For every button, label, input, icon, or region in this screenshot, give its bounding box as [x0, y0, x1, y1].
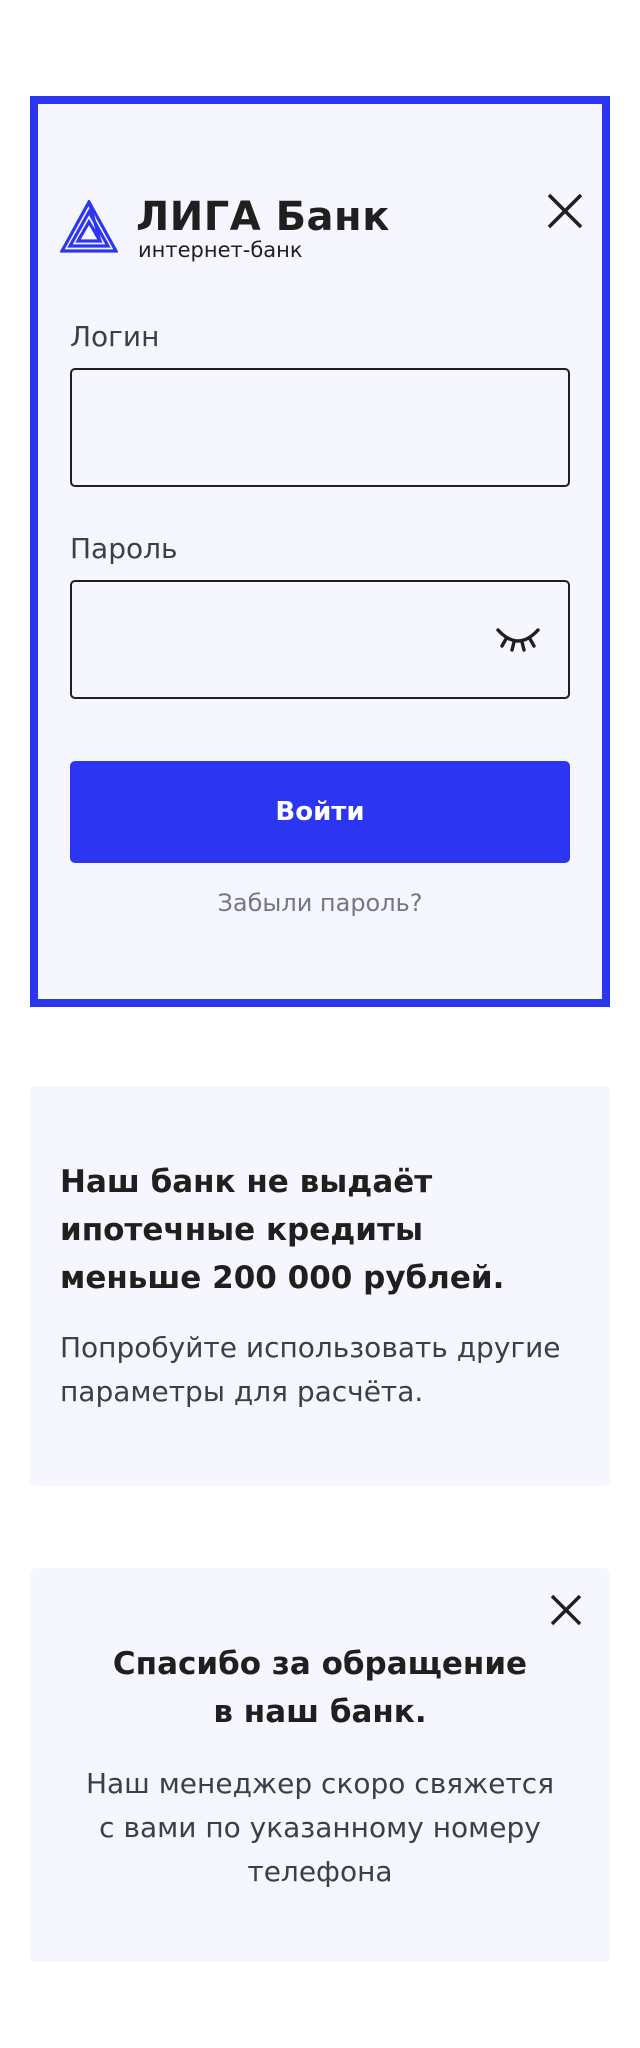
- brand-subtitle: интернет-банк: [138, 238, 303, 262]
- modal-header: ЛИГА Банк интернет-банк: [59, 194, 580, 264]
- info-title-line: ипотечные кредиты: [60, 1212, 423, 1248]
- thanks-text-line: телефона: [247, 1855, 393, 1888]
- password-visibility-toggle[interactable]: [494, 622, 542, 656]
- thanks-text-line: с вами по указанному номеру: [99, 1811, 541, 1844]
- info-text-line: параметры для расчёта.: [60, 1375, 424, 1408]
- info-card-text: Попробуйте использовать другие параметры…: [60, 1326, 600, 1414]
- thanks-close-button[interactable]: [548, 1592, 584, 1628]
- login-input[interactable]: [70, 368, 570, 487]
- login-modal: ЛИГА Банк интернет-банк Логин Пароль Вой…: [30, 96, 610, 1007]
- close-icon: [550, 1594, 582, 1626]
- login-submit-button[interactable]: Войти: [70, 761, 570, 863]
- close-icon: [547, 193, 583, 229]
- login-label: Логин: [70, 320, 160, 353]
- liga-logo-icon: [59, 198, 119, 254]
- info-card-title: Наш банк не выдаёт ипотечные кредиты мен…: [60, 1158, 580, 1302]
- info-title-line: Наш банк не выдаёт: [60, 1164, 433, 1200]
- thanks-card-title: Спасибо за обращение в наш банк.: [60, 1640, 580, 1736]
- mortgage-info-card: Наш банк не выдаёт ипотечные кредиты мен…: [30, 1086, 610, 1486]
- thanks-title-line: Спасибо за обращение: [112, 1646, 528, 1682]
- thanks-title-line: в наш банк.: [213, 1694, 427, 1730]
- thanks-card-text: Наш менеджер скоро свяжется с вами по ук…: [50, 1762, 590, 1894]
- forgot-password-link[interactable]: Забыли пароль?: [70, 888, 570, 918]
- brand-name: ЛИГА Банк: [136, 194, 390, 240]
- info-text-line: Попробуйте использовать другие: [60, 1331, 561, 1364]
- closed-eye-icon: [496, 628, 540, 652]
- password-label: Пароль: [70, 532, 178, 565]
- modal-close-button[interactable]: [544, 190, 586, 232]
- info-title-line: меньше 200 000 рублей.: [60, 1260, 505, 1296]
- thanks-text-line: Наш менеджер скоро свяжется: [85, 1767, 555, 1800]
- thanks-card: Спасибо за обращение в наш банк. Наш мен…: [30, 1568, 610, 1962]
